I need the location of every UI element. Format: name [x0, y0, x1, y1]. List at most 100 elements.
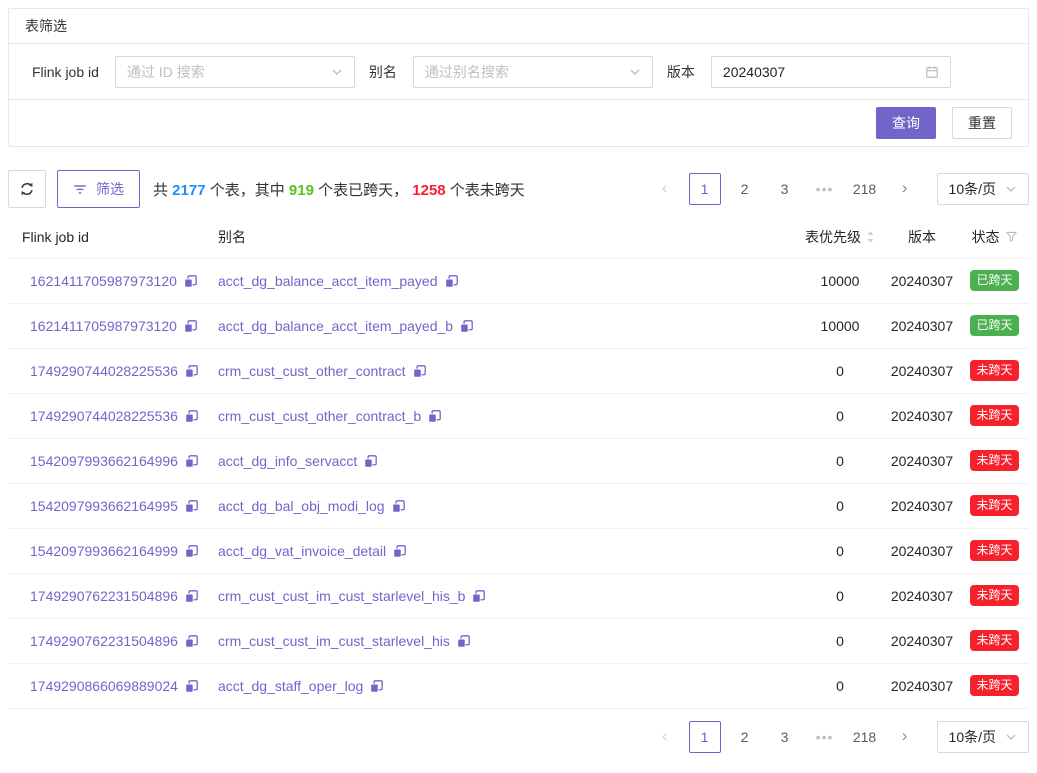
- job-id-link[interactable]: 1749290744028225536: [30, 408, 178, 424]
- column-header-priority: 表优先级: [796, 216, 884, 258]
- copy-icon[interactable]: [185, 635, 198, 648]
- copy-icon[interactable]: [428, 410, 441, 423]
- filter-form: Flink job id 通过 ID 搜索 别名 通过别名搜索 版本 20240…: [9, 44, 1028, 100]
- version-cell: 20240307: [884, 618, 960, 663]
- alias-link[interactable]: acct_dg_vat_invoice_detail: [218, 543, 386, 559]
- job-id-link[interactable]: 1621411705987973120: [30, 318, 177, 334]
- copy-icon[interactable]: [472, 590, 485, 603]
- version-date-picker[interactable]: 20240307: [711, 56, 951, 88]
- pagination-page-3[interactable]: 3: [769, 721, 801, 753]
- alias-link[interactable]: crm_cust_cust_other_contract_b: [218, 408, 421, 424]
- version-label: 版本: [667, 62, 695, 82]
- page-size-select[interactable]: 10条/页: [937, 721, 1029, 753]
- version-cell: 20240307: [884, 573, 960, 618]
- job-id-link[interactable]: 1542097993662164996: [30, 453, 178, 469]
- copy-icon[interactable]: [460, 320, 473, 333]
- table-row: 1749290762231504896 crm_cust_cust_im_cus…: [8, 573, 1029, 618]
- table-row: 1621411705987973120 acct_dg_balance_acct…: [8, 258, 1029, 303]
- flink-job-id-select[interactable]: 通过 ID 搜索: [115, 56, 355, 88]
- pagination-page-1[interactable]: 1: [689, 721, 721, 753]
- status-badge: 未跨天: [970, 360, 1018, 382]
- version-cell: 20240307: [884, 663, 960, 708]
- status-badge: 未跨天: [970, 675, 1018, 697]
- priority-cell: 0: [796, 573, 884, 618]
- alias-link[interactable]: acct_dg_balance_acct_item_payed: [218, 273, 438, 289]
- alias-link[interactable]: acct_dg_balance_acct_item_payed_b: [218, 318, 453, 334]
- job-id-link[interactable]: 1621411705987973120: [30, 273, 177, 289]
- copy-icon[interactable]: [393, 545, 406, 558]
- alias-link[interactable]: crm_cust_cust_im_cust_starlevel_his: [218, 633, 450, 649]
- job-id-link[interactable]: 1749290762231504896: [30, 633, 178, 649]
- copy-icon[interactable]: [364, 455, 377, 468]
- copy-icon[interactable]: [392, 500, 405, 513]
- table-row: 1542097993662164999 acct_dg_vat_invoice_…: [8, 528, 1029, 573]
- pagination-prev[interactable]: ‹: [649, 173, 681, 205]
- job-id-link[interactable]: 1749290744028225536: [30, 363, 178, 379]
- copy-icon[interactable]: [184, 275, 197, 288]
- summary-crossed-count: 919: [289, 182, 314, 199]
- pagination-page-218[interactable]: 218: [849, 721, 881, 753]
- status-badge: 未跨天: [970, 540, 1018, 562]
- copy-icon[interactable]: [185, 680, 198, 693]
- copy-icon[interactable]: [457, 635, 470, 648]
- pagination-page-218[interactable]: 218: [849, 173, 881, 205]
- job-id-link[interactable]: 1749290762231504896: [30, 588, 178, 604]
- alias-link[interactable]: crm_cust_cust_im_cust_starlevel_his_b: [218, 588, 465, 604]
- column-header-label: 别名: [218, 229, 246, 245]
- pagination-page-2[interactable]: 2: [729, 721, 761, 753]
- alias-link[interactable]: acct_dg_bal_obj_modi_log: [218, 498, 385, 514]
- alias-link[interactable]: crm_cust_cust_other_contract: [218, 363, 406, 379]
- job-id-link[interactable]: 1542097993662164995: [30, 498, 178, 514]
- copy-icon[interactable]: [185, 410, 198, 423]
- copy-icon[interactable]: [445, 275, 458, 288]
- copy-icon[interactable]: [184, 320, 197, 333]
- status-badge: 未跨天: [970, 585, 1018, 607]
- pagination-prev[interactable]: ‹: [649, 721, 681, 753]
- column-header-label: Flink job id: [22, 229, 89, 245]
- filter-toggle-button[interactable]: 筛选: [57, 170, 140, 208]
- sync-icon: [19, 181, 35, 197]
- priority-cell: 10000: [796, 303, 884, 348]
- alias-link[interactable]: acct_dg_staff_oper_log: [218, 678, 363, 694]
- copy-icon[interactable]: [185, 365, 198, 378]
- pagination-next[interactable]: ›: [889, 721, 921, 753]
- copy-icon[interactable]: [413, 365, 426, 378]
- filter-funnel-icon[interactable]: [1005, 230, 1018, 243]
- chevron-down-icon: [331, 66, 343, 78]
- reset-button[interactable]: 重置: [952, 107, 1012, 139]
- job-id-link[interactable]: 1542097993662164999: [30, 543, 178, 559]
- column-header-label: 状态: [972, 227, 1000, 247]
- copy-icon[interactable]: [185, 545, 198, 558]
- job-id-link[interactable]: 1749290866069889024: [30, 678, 178, 694]
- pagination-next[interactable]: ›: [889, 173, 921, 205]
- table-toolbar: 筛选 共 2177 个表，其中 919 个表已跨天， 1258 个表未跨天 ‹1…: [8, 170, 1029, 208]
- version-cell: 20240307: [884, 483, 960, 528]
- refresh-button[interactable]: [8, 170, 46, 208]
- table-row: 1749290762231504896 crm_cust_cust_im_cus…: [8, 618, 1029, 663]
- pagination-ellipsis[interactable]: •••: [809, 173, 841, 205]
- status-badge: 已跨天: [970, 270, 1018, 292]
- column-header-status: 状态: [960, 216, 1029, 258]
- table-row: 1749290744028225536 crm_cust_cust_other_…: [8, 348, 1029, 393]
- bottom-bar: ‹123•••218› 10条/页: [8, 721, 1029, 753]
- pagination-bottom: ‹123•••218› 10条/页: [641, 721, 1029, 753]
- pagination-page-1[interactable]: 1: [689, 173, 721, 205]
- page-size-select[interactable]: 10条/页: [937, 173, 1029, 205]
- copy-icon[interactable]: [185, 500, 198, 513]
- pagination-page-3[interactable]: 3: [769, 173, 801, 205]
- copy-icon[interactable]: [370, 680, 383, 693]
- sorter-icon[interactable]: [866, 230, 875, 244]
- pagination-page-2[interactable]: 2: [729, 173, 761, 205]
- summary-uncrossed-count: 1258: [412, 182, 445, 199]
- copy-icon[interactable]: [185, 455, 198, 468]
- table-row: 1542097993662164995 acct_dg_bal_obj_modi…: [8, 483, 1029, 528]
- status-badge: 未跨天: [970, 495, 1018, 517]
- filter-lines-icon: [73, 182, 87, 196]
- pagination-ellipsis[interactable]: •••: [809, 721, 841, 753]
- pagination-top: ‹123•••218› 10条/页: [641, 173, 1029, 205]
- alias-link[interactable]: acct_dg_info_servacct: [218, 453, 357, 469]
- copy-icon[interactable]: [185, 590, 198, 603]
- query-button[interactable]: 查询: [876, 107, 936, 139]
- page-size-value: 10条/页: [949, 179, 996, 199]
- alias-select[interactable]: 通过别名搜索: [413, 56, 653, 88]
